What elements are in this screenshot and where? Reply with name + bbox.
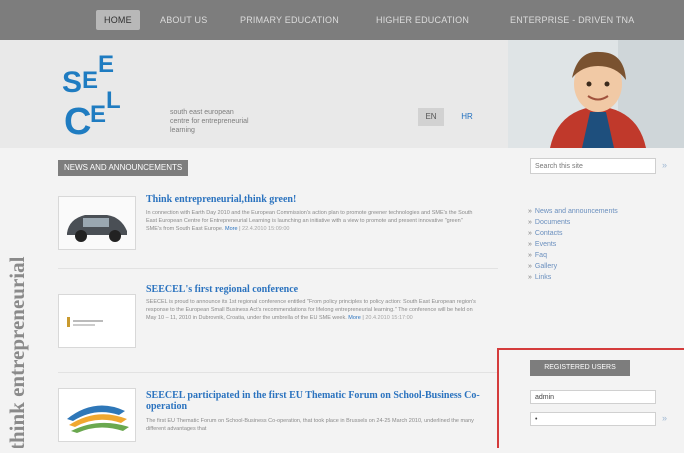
nav-primary-education[interactable]: PRIMARY EDUCATION (240, 10, 339, 30)
vertical-think-entrepreneurial: think entrepreneurial (4, 160, 40, 450)
bullet-icon: » (528, 219, 532, 226)
sidebar-link-news[interactable]: » News and announcements (528, 206, 678, 217)
conference-logo-icon (59, 295, 135, 347)
svg-text:E: E (98, 51, 114, 78)
news-body-text: In connection with Earth Day 2010 and th… (146, 210, 473, 232)
news-and-announcements-label: NEWS AND ANNOUNCEMENTS (58, 160, 189, 176)
forum-logo-icon (59, 389, 135, 441)
search-arrow-icon[interactable]: » (662, 160, 667, 170)
car-icon (59, 197, 135, 249)
sidebar-link-label: Events (534, 241, 557, 248)
sidebar-link-documents[interactable]: » Documents (528, 217, 678, 228)
news-thumbnail-forum[interactable] (58, 388, 136, 442)
news-thumbnail-conference[interactable] (58, 294, 136, 348)
nav-home[interactable]: HOME (96, 10, 140, 30)
svg-text:S: S (62, 66, 82, 99)
news-body-text: The first EU Thematic Forum on School-Bu… (146, 418, 474, 432)
svg-text:C: C (64, 101, 91, 142)
bullet-icon: » (528, 208, 532, 215)
sidebar-links: » News and announcements » Documents » Cont… (528, 206, 678, 283)
bullet-icon: » (528, 252, 532, 259)
sidebar-link-label: Faq (534, 252, 547, 259)
svg-text:L: L (106, 87, 121, 114)
sidebar-link-label: Documents (534, 219, 571, 226)
bullet-icon: » (528, 274, 532, 281)
news-body: SEECEL is proud to announce its 1st regi… (146, 299, 476, 321)
news-date: 20.4.2010 15:17:00 (365, 315, 413, 321)
news-title[interactable]: SEECEL participated in the first EU Them… (146, 390, 498, 412)
svg-text:E: E (82, 67, 98, 94)
login-submit-arrow-icon[interactable]: » (662, 413, 667, 423)
child-photo-illustration (508, 40, 684, 148)
news-body: The first EU Thematic Forum on School-Bu… (146, 417, 476, 433)
tagline-line-2: centre for entrepreneurial (170, 118, 249, 125)
bullet-icon: » (528, 263, 532, 270)
news-body: In connection with Earth Day 2010 and th… (146, 210, 473, 232)
password-input[interactable]: • (530, 412, 656, 426)
nav-about-us[interactable]: ABOUT US (160, 10, 207, 30)
vertical-text: think entrepreneurial (5, 256, 29, 448)
main-nav: HOME ABOUT US PRIMARY EDUCATION HIGHER E… (0, 6, 684, 34)
news-title[interactable]: Think entrepreneurial,think green! (146, 194, 296, 205)
tagline-line-1: south east european (170, 109, 234, 116)
sidebar-link-contacts[interactable]: » Contacts (528, 228, 678, 239)
svg-text:E: E (90, 101, 106, 128)
news-thumbnail-car[interactable] (58, 196, 136, 250)
language-en-button[interactable]: EN (418, 108, 444, 126)
logo-graphic: S E E C E L (62, 51, 121, 143)
news-more-link[interactable]: More (225, 226, 238, 232)
sidebar-link-label: Contacts (534, 230, 563, 237)
seecel-logo[interactable]: S E E C E L (62, 50, 154, 143)
sidebar-link-links[interactable]: » Links (528, 272, 678, 283)
header-photo-child (508, 40, 684, 148)
registered-users-label: REGISTERED USERS (530, 360, 630, 376)
tagline: south east european centre for entrepren… (170, 108, 310, 135)
sidebar-link-label: Gallery (534, 263, 558, 270)
news-more-link[interactable]: More (348, 315, 361, 321)
news-title[interactable]: SEECEL's first regional conference (146, 284, 298, 295)
news-date: 22.4.2010 15:09:00 (242, 226, 290, 232)
site-search-input[interactable]: Search this site (530, 158, 656, 174)
nav-enterprise-driven-tna[interactable]: ENTERPRISE - DRIVEN TNA (510, 10, 634, 30)
bullet-icon: » (528, 230, 532, 237)
news-body-text: SEECEL is proud to announce its 1st regi… (146, 299, 476, 321)
news-divider (58, 372, 498, 373)
news-divider (58, 268, 498, 269)
sidebar-link-gallery[interactable]: » Gallery (528, 261, 678, 272)
nav-higher-education[interactable]: HIGHER EDUCATION (376, 10, 469, 30)
sidebar-link-events[interactable]: » Events (528, 239, 678, 250)
username-input[interactable]: admin (530, 390, 656, 404)
sidebar-link-label: News and announcements (534, 208, 618, 215)
bullet-icon: » (528, 241, 532, 248)
vertical-text-graphic: think entrepreneurial (5, 256, 29, 450)
language-hr-link[interactable]: HR (454, 108, 480, 126)
sidebar-link-label: Links (534, 274, 552, 281)
tagline-line-3: learning (170, 127, 195, 134)
sidebar-link-faq[interactable]: » Faq (528, 250, 678, 261)
